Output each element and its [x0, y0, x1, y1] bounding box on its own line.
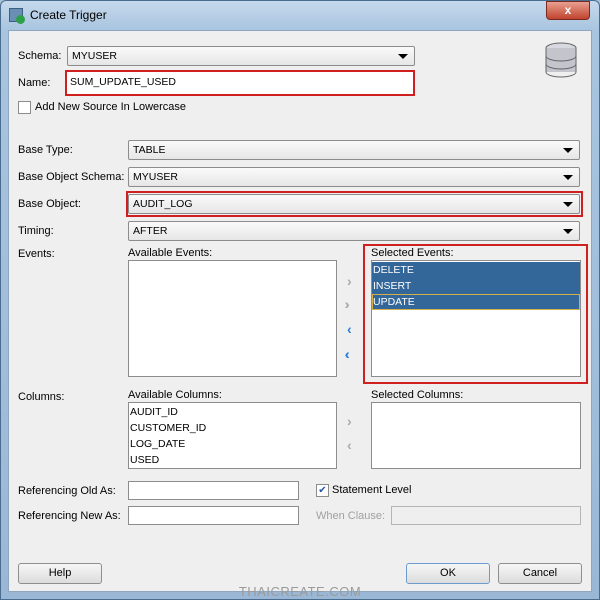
chevron-down-icon: [563, 175, 573, 180]
lowercase-label: Add New Source In Lowercase: [35, 101, 187, 113]
help-button[interactable]: Help: [18, 563, 102, 584]
statement-level-checkbox[interactable]: ✔: [316, 484, 329, 497]
selected-columns-list[interactable]: [371, 402, 581, 469]
schema-select[interactable]: MYUSER: [67, 46, 415, 66]
available-events-list[interactable]: [128, 260, 337, 377]
timing-label: Timing:: [18, 225, 54, 237]
base-object-schema-label: Base Object Schema:: [18, 171, 125, 183]
base-object-schema-select[interactable]: MYUSER: [128, 167, 580, 187]
when-clause-label: When Clause:: [316, 510, 386, 522]
trigger-icon: [9, 8, 25, 24]
lowercase-checkbox[interactable]: [18, 101, 31, 114]
events-label: Events:: [18, 248, 55, 260]
timing-value: AFTER: [133, 225, 168, 237]
list-item[interactable]: AUDIT_ID: [129, 404, 336, 420]
selected-events-list[interactable]: DELETE INSERT UPDATE: [371, 260, 581, 377]
when-clause-input[interactable]: [391, 506, 581, 525]
selected-events-label: Selected Events:: [371, 247, 454, 259]
base-type-select[interactable]: TABLE: [128, 140, 580, 160]
list-item[interactable]: UPDATE: [372, 294, 580, 310]
statement-level-label: Statement Level: [332, 484, 412, 496]
base-object-label: Base Object:: [18, 198, 81, 210]
name-label: Name:: [18, 77, 51, 89]
ref-new-label: Referencing New As:: [18, 510, 121, 522]
database-icon: [544, 42, 578, 78]
ref-old-input[interactable]: [128, 481, 299, 500]
list-item[interactable]: LOG_DATE: [129, 436, 336, 452]
available-columns-label: Available Columns:: [128, 389, 222, 401]
columns-label: Columns:: [18, 391, 65, 403]
list-item[interactable]: USED: [129, 452, 336, 468]
chevron-down-icon: [563, 148, 573, 153]
ok-button[interactable]: OK: [406, 563, 490, 584]
timing-select[interactable]: AFTER: [128, 221, 580, 241]
ref-old-label: Referencing Old As:: [18, 485, 116, 497]
base-type-label: Base Type:: [18, 144, 73, 156]
schema-value: MYUSER: [72, 50, 117, 62]
base-type-value: TABLE: [133, 144, 166, 156]
list-item[interactable]: DELETE: [372, 262, 580, 278]
ref-new-input[interactable]: [128, 506, 299, 525]
available-events-label: Available Events:: [128, 247, 213, 259]
close-button[interactable]: x: [546, 1, 590, 20]
watermark: THAICREATE.COM: [238, 584, 362, 599]
chevron-down-icon: [398, 54, 408, 59]
schema-label: Schema:: [18, 50, 62, 62]
name-input[interactable]: SUM_UPDATE_USED: [67, 72, 413, 94]
window-title: Create Trigger: [30, 8, 107, 22]
chevron-down-icon: [563, 202, 573, 207]
available-columns-list[interactable]: AUDIT_ID CUSTOMER_ID LOG_DATE USED: [128, 402, 337, 469]
list-item[interactable]: INSERT: [372, 278, 580, 294]
base-object-select[interactable]: AUDIT_LOG: [128, 194, 580, 214]
chevron-down-icon: [563, 229, 573, 234]
base-object-schema-value: MYUSER: [133, 171, 178, 183]
cancel-button[interactable]: Cancel: [498, 563, 582, 584]
list-item[interactable]: CUSTOMER_ID: [129, 420, 336, 436]
selected-columns-label: Selected Columns:: [371, 389, 464, 401]
base-object-value: AUDIT_LOG: [133, 198, 193, 210]
